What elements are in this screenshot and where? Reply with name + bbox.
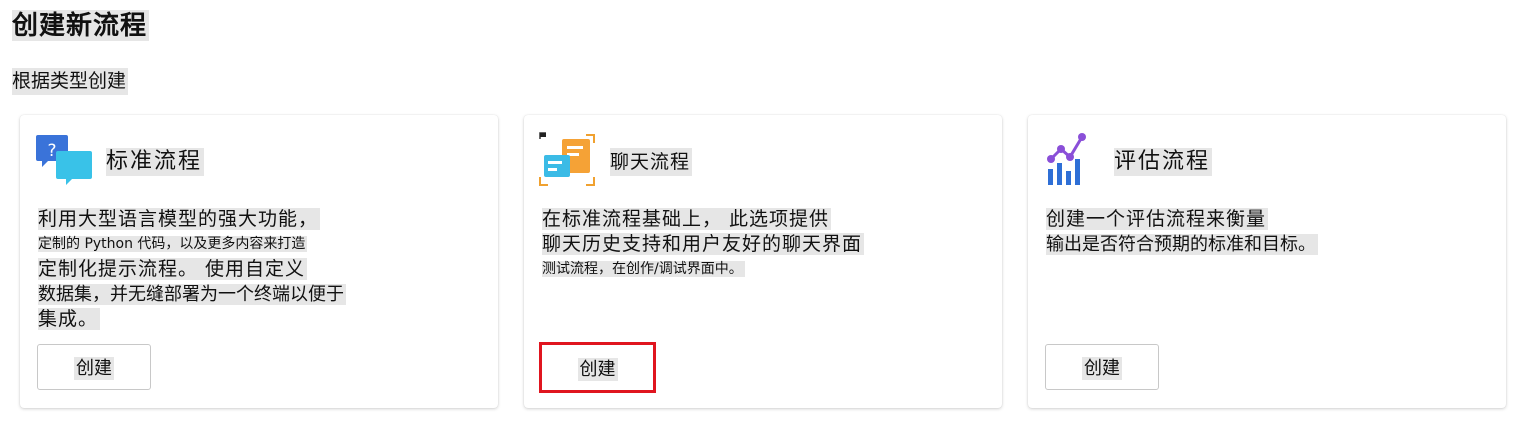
chart-evaluation-icon: [1042, 129, 1102, 191]
create-standard-flow-button[interactable]: 创建: [37, 344, 151, 390]
button-label: 创建: [577, 357, 618, 381]
description-line: 在标准流程基础上， 此选项提供: [542, 208, 832, 230]
create-evaluation-flow-button[interactable]: 创建: [1045, 344, 1159, 390]
description-line: 定制化提示流程。 使用自定义: [38, 258, 308, 280]
description-line: 数据集，并无缝部署为一个终端以便于: [38, 284, 346, 305]
description-line: 测试流程，在创作/调试界面中。: [542, 261, 745, 277]
question-chat-icon: ?: [34, 129, 94, 191]
button-label: 创建: [1082, 357, 1122, 380]
button-label: 创建: [74, 357, 114, 380]
card-description: 利用大型语言模型的强大功能， 定制的 Python 代码，以及更多内容来打造 定…: [38, 207, 488, 332]
description-line: 集成。: [38, 308, 101, 330]
description-line: 利用大型语言模型的强大功能，: [38, 208, 321, 230]
card-title: 标准流程: [106, 148, 205, 176]
description-line: 聊天历史支持和用户友好的聊天界面: [542, 233, 865, 255]
page-title: 创建新流程: [12, 10, 150, 41]
svg-text:?: ?: [47, 141, 56, 161]
standard-flow-card: ? 标准流程 利用大型语言模型的强大功能， 定制的 Python 代码，以及更多…: [20, 115, 498, 408]
evaluation-flow-card: 评估流程 创建一个评估流程来衡量 输出是否符合预期的标准和目标。 创建: [1028, 115, 1506, 408]
card-description: 创建一个评估流程来衡量 输出是否符合预期的标准和目标。: [1046, 207, 1496, 257]
description-line: 输出是否符合预期的标准和目标。: [1046, 234, 1318, 255]
card-title: 聊天流程: [610, 148, 693, 176]
card-description: 在标准流程基础上， 此选项提供 聊天历史支持和用户友好的聊天界面 测试流程，在创…: [542, 207, 992, 282]
section-title: 根据类型创建: [12, 68, 129, 95]
card-title: 评估流程: [1114, 148, 1213, 176]
chat-document-icon: [538, 129, 598, 191]
create-chat-flow-button[interactable]: 创建: [539, 342, 656, 393]
description-line: 定制的 Python 代码，以及更多内容来打造: [38, 236, 308, 252]
description-line: 创建一个评估流程来衡量: [1046, 208, 1269, 230]
chat-flow-card: 聊天流程 在标准流程基础上， 此选项提供 聊天历史支持和用户友好的聊天界面 测试…: [524, 115, 1002, 408]
